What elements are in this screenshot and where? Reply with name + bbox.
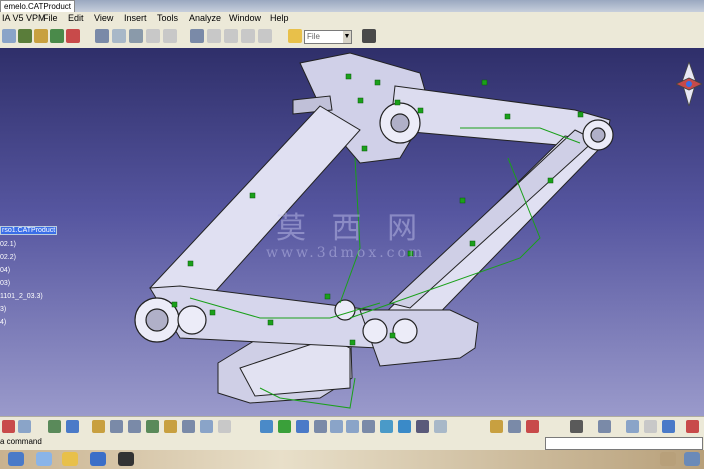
tool-icon[interactable] (241, 29, 255, 43)
taskbar (0, 450, 704, 469)
tool-icon[interactable] (112, 29, 126, 43)
catalog-icon[interactable] (66, 29, 80, 43)
tool-icon[interactable] (2, 420, 15, 433)
file-combo[interactable]: File ▼ (304, 30, 352, 44)
zoom-out-icon[interactable] (346, 420, 359, 433)
sketch-icon[interactable] (18, 29, 32, 43)
rotate-icon[interactable] (296, 420, 309, 433)
open-icon[interactable] (288, 29, 302, 43)
3d-viewport[interactable]: rso1.CATProduct 02.1) 02.2) 04) 03) 1101… (0, 48, 704, 416)
tool-icon[interactable] (207, 29, 221, 43)
tool-icon[interactable] (110, 420, 123, 433)
watermark-chars: 莫 西 网 (276, 211, 426, 246)
bottom-toolbar (0, 416, 704, 437)
pan-icon[interactable] (278, 420, 291, 433)
tree-item[interactable]: 3) (0, 306, 6, 313)
tool-icon[interactable] (95, 29, 109, 43)
start-icon[interactable] (8, 452, 24, 466)
product-icon[interactable] (50, 29, 64, 43)
app-name-label: IA V5 VPM (2, 13, 46, 23)
tool-icon[interactable] (200, 420, 213, 433)
explorer-icon[interactable] (36, 452, 52, 466)
menu-analyze[interactable]: Analyze (189, 13, 221, 23)
tool-icon[interactable] (163, 29, 177, 43)
word-icon[interactable] (90, 452, 106, 466)
zoom-in-icon[interactable] (330, 420, 343, 433)
explode-icon[interactable] (34, 29, 48, 43)
tree-item[interactable]: 4) (0, 319, 6, 326)
tool-icon[interactable] (570, 420, 583, 433)
swap-space-icon[interactable] (434, 420, 447, 433)
tool-icon[interactable] (686, 420, 699, 433)
tool-icon[interactable] (128, 420, 141, 433)
tool-icon[interactable] (598, 420, 611, 433)
tool-icon[interactable] (164, 420, 177, 433)
tool-icon[interactable] (508, 420, 521, 433)
normal-view-icon[interactable] (362, 420, 375, 433)
watermark-url: www.3dmox.com (266, 245, 426, 261)
tool-icon[interactable] (66, 420, 79, 433)
menu-tools[interactable]: Tools (157, 13, 178, 23)
network-icon[interactable] (684, 452, 700, 466)
title-bar: emelo.CATProduct (0, 0, 704, 13)
tool-icon[interactable] (190, 29, 204, 43)
tool-icon[interactable] (662, 420, 675, 433)
menu-insert[interactable]: Insert (124, 13, 147, 23)
tree-item[interactable]: 04) (0, 267, 10, 274)
tree-item[interactable]: 1101_2_03.3) (0, 293, 43, 300)
top-toolbar: File ▼ (0, 26, 704, 49)
menu-help[interactable]: Help (270, 13, 289, 23)
tree-item[interactable]: 03) (0, 280, 10, 287)
shading-icon[interactable] (398, 420, 411, 433)
tray-icon[interactable] (660, 452, 676, 466)
select-icon[interactable] (2, 29, 16, 43)
menu-bar: IA V5 VPM File Edit View Insert Tools An… (0, 12, 704, 26)
messenger-icon[interactable] (62, 452, 78, 466)
menu-edit[interactable]: Edit (68, 13, 84, 23)
tool-icon[interactable] (526, 420, 539, 433)
menu-window[interactable]: Window (229, 13, 261, 23)
tool-icon[interactable] (48, 420, 61, 433)
fly-mode-icon[interactable] (314, 420, 327, 433)
hide-show-icon[interactable] (416, 420, 429, 433)
fit-all-icon[interactable] (260, 420, 273, 433)
chevron-down-icon[interactable]: ▼ (343, 31, 351, 43)
menu-view[interactable]: View (94, 13, 113, 23)
menu-file[interactable]: File (43, 13, 58, 23)
command-label: a command (0, 437, 42, 446)
command-input[interactable] (545, 437, 703, 450)
tool-icon[interactable] (626, 420, 639, 433)
tool-icon[interactable] (146, 420, 159, 433)
command-row: a command (0, 436, 704, 450)
tool-icon[interactable] (490, 420, 503, 433)
tool-icon[interactable] (218, 420, 231, 433)
file-combo-value: File (307, 32, 320, 41)
tool-icon[interactable] (182, 420, 195, 433)
tree-root-selected[interactable]: rso1.CATProduct (0, 226, 58, 235)
tool-icon[interactable] (92, 420, 105, 433)
catia-task-icon[interactable] (118, 452, 134, 466)
magnet-icon[interactable] (362, 29, 376, 43)
tree-item[interactable]: 02.1) (0, 241, 16, 248)
tree-item[interactable]: 02.2) (0, 254, 16, 261)
tool-icon[interactable] (644, 420, 657, 433)
tool-icon[interactable] (146, 29, 160, 43)
isometric-view-icon[interactable] (380, 420, 393, 433)
tool-icon[interactable] (258, 29, 272, 43)
tool-icon[interactable] (129, 29, 143, 43)
tool-icon[interactable] (18, 420, 31, 433)
tool-icon[interactable] (224, 29, 238, 43)
